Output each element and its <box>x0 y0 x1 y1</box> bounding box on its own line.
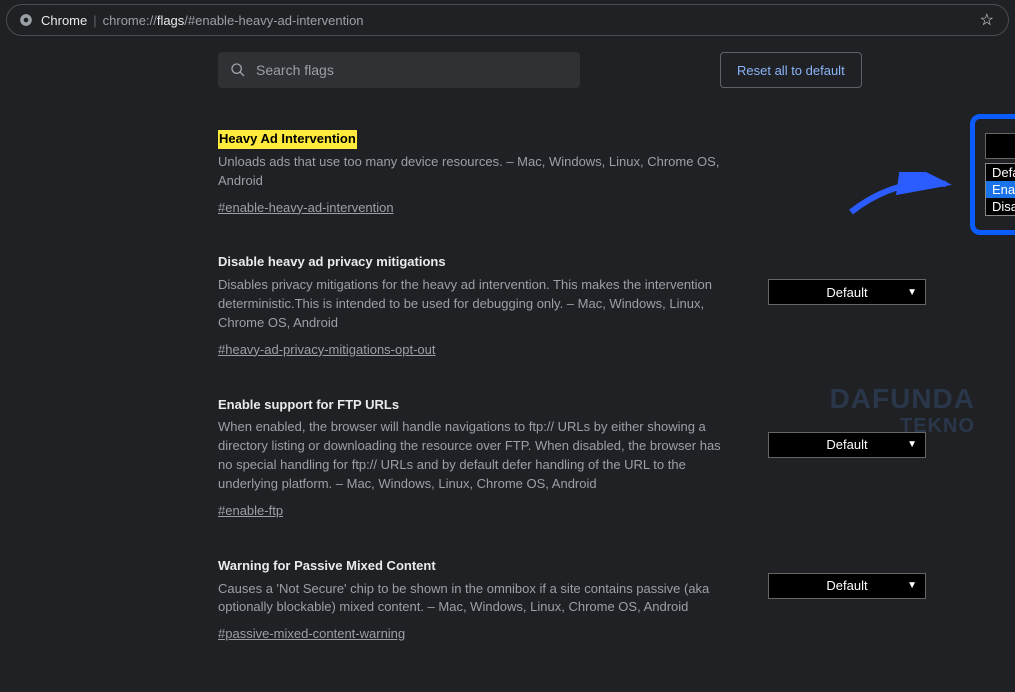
search-input[interactable]: Search flags <box>218 52 580 88</box>
url-scheme: chrome:// <box>103 13 157 28</box>
dropdown-selected: Default <box>826 285 867 300</box>
reset-label: Reset all to default <box>737 63 845 78</box>
dropdown-options: Default Enabled Disabled <box>985 163 1015 216</box>
top-row: Search flags Reset all to default <box>218 52 1015 88</box>
chevron-down-icon: ▼ <box>907 287 917 298</box>
flag-description: When enabled, the browser will handle na… <box>218 418 738 493</box>
chrome-icon <box>19 13 33 27</box>
dropdown-option-disabled[interactable]: Disabled <box>986 198 1015 215</box>
origin-label: Chrome <box>41 13 87 28</box>
reset-all-button[interactable]: Reset all to default <box>720 52 862 88</box>
url-path: /#enable-heavy-ad-intervention <box>184 13 363 28</box>
flags-list: Default ▼ Default Enabled Disabled Heavy… <box>218 130 968 644</box>
flag-anchor-link[interactable]: #heavy-ad-privacy-mitigations-opt-out <box>218 341 435 360</box>
search-icon <box>230 62 246 78</box>
page-content: Search flags Reset all to default Defaul… <box>0 40 1015 692</box>
flag-item: Enable support for FTP URLs When enabled… <box>218 396 968 521</box>
bookmark-star-icon[interactable]: ☆ <box>980 10 994 30</box>
search-placeholder: Search flags <box>256 62 334 78</box>
dropdown-option-default[interactable]: Default <box>986 164 1015 181</box>
flag-description: Causes a 'Not Secure' chip to be shown i… <box>218 580 738 618</box>
dropdown-highlight-box: Default ▼ Default Enabled Disabled <box>970 114 1015 235</box>
omnibox[interactable]: Chrome | chrome:// flags /#enable-heavy-… <box>6 4 1009 36</box>
annotation-arrow <box>846 172 956 222</box>
flag-anchor-link[interactable]: #enable-heavy-ad-intervention <box>218 199 394 218</box>
dropdown-selected: Default <box>826 437 867 452</box>
dropdown-option-enabled[interactable]: Enabled <box>986 181 1015 198</box>
flag-title: Heavy Ad Intervention <box>218 130 357 149</box>
flag-anchor-link[interactable]: #enable-ftp <box>218 502 283 521</box>
url-host: flags <box>157 13 184 28</box>
flag-title: Enable support for FTP URLs <box>218 396 399 415</box>
flag-description: Disables privacy mitigations for the hea… <box>218 276 738 333</box>
flag-title: Disable heavy ad privacy mitigations <box>218 253 446 272</box>
dropdown-selected: Default <box>826 578 867 593</box>
flag-item: Disable heavy ad privacy mitigations Dis… <box>218 253 968 359</box>
flag-dropdown[interactable]: Default ▼ <box>985 133 1015 159</box>
separator: | <box>93 13 96 28</box>
chevron-down-icon: ▼ <box>907 580 917 591</box>
flag-dropdown[interactable]: Default ▼ <box>768 573 926 599</box>
flag-description: Unloads ads that use too many device res… <box>218 153 738 191</box>
chevron-down-icon: ▼ <box>907 439 917 450</box>
flag-dropdown[interactable]: Default ▼ <box>768 432 926 458</box>
flag-anchor-link[interactable]: #passive-mixed-content-warning <box>218 625 405 644</box>
flag-dropdown[interactable]: Default ▼ <box>768 279 926 305</box>
flag-title: Warning for Passive Mixed Content <box>218 557 436 576</box>
flag-item: Warning for Passive Mixed Content Causes… <box>218 557 968 644</box>
